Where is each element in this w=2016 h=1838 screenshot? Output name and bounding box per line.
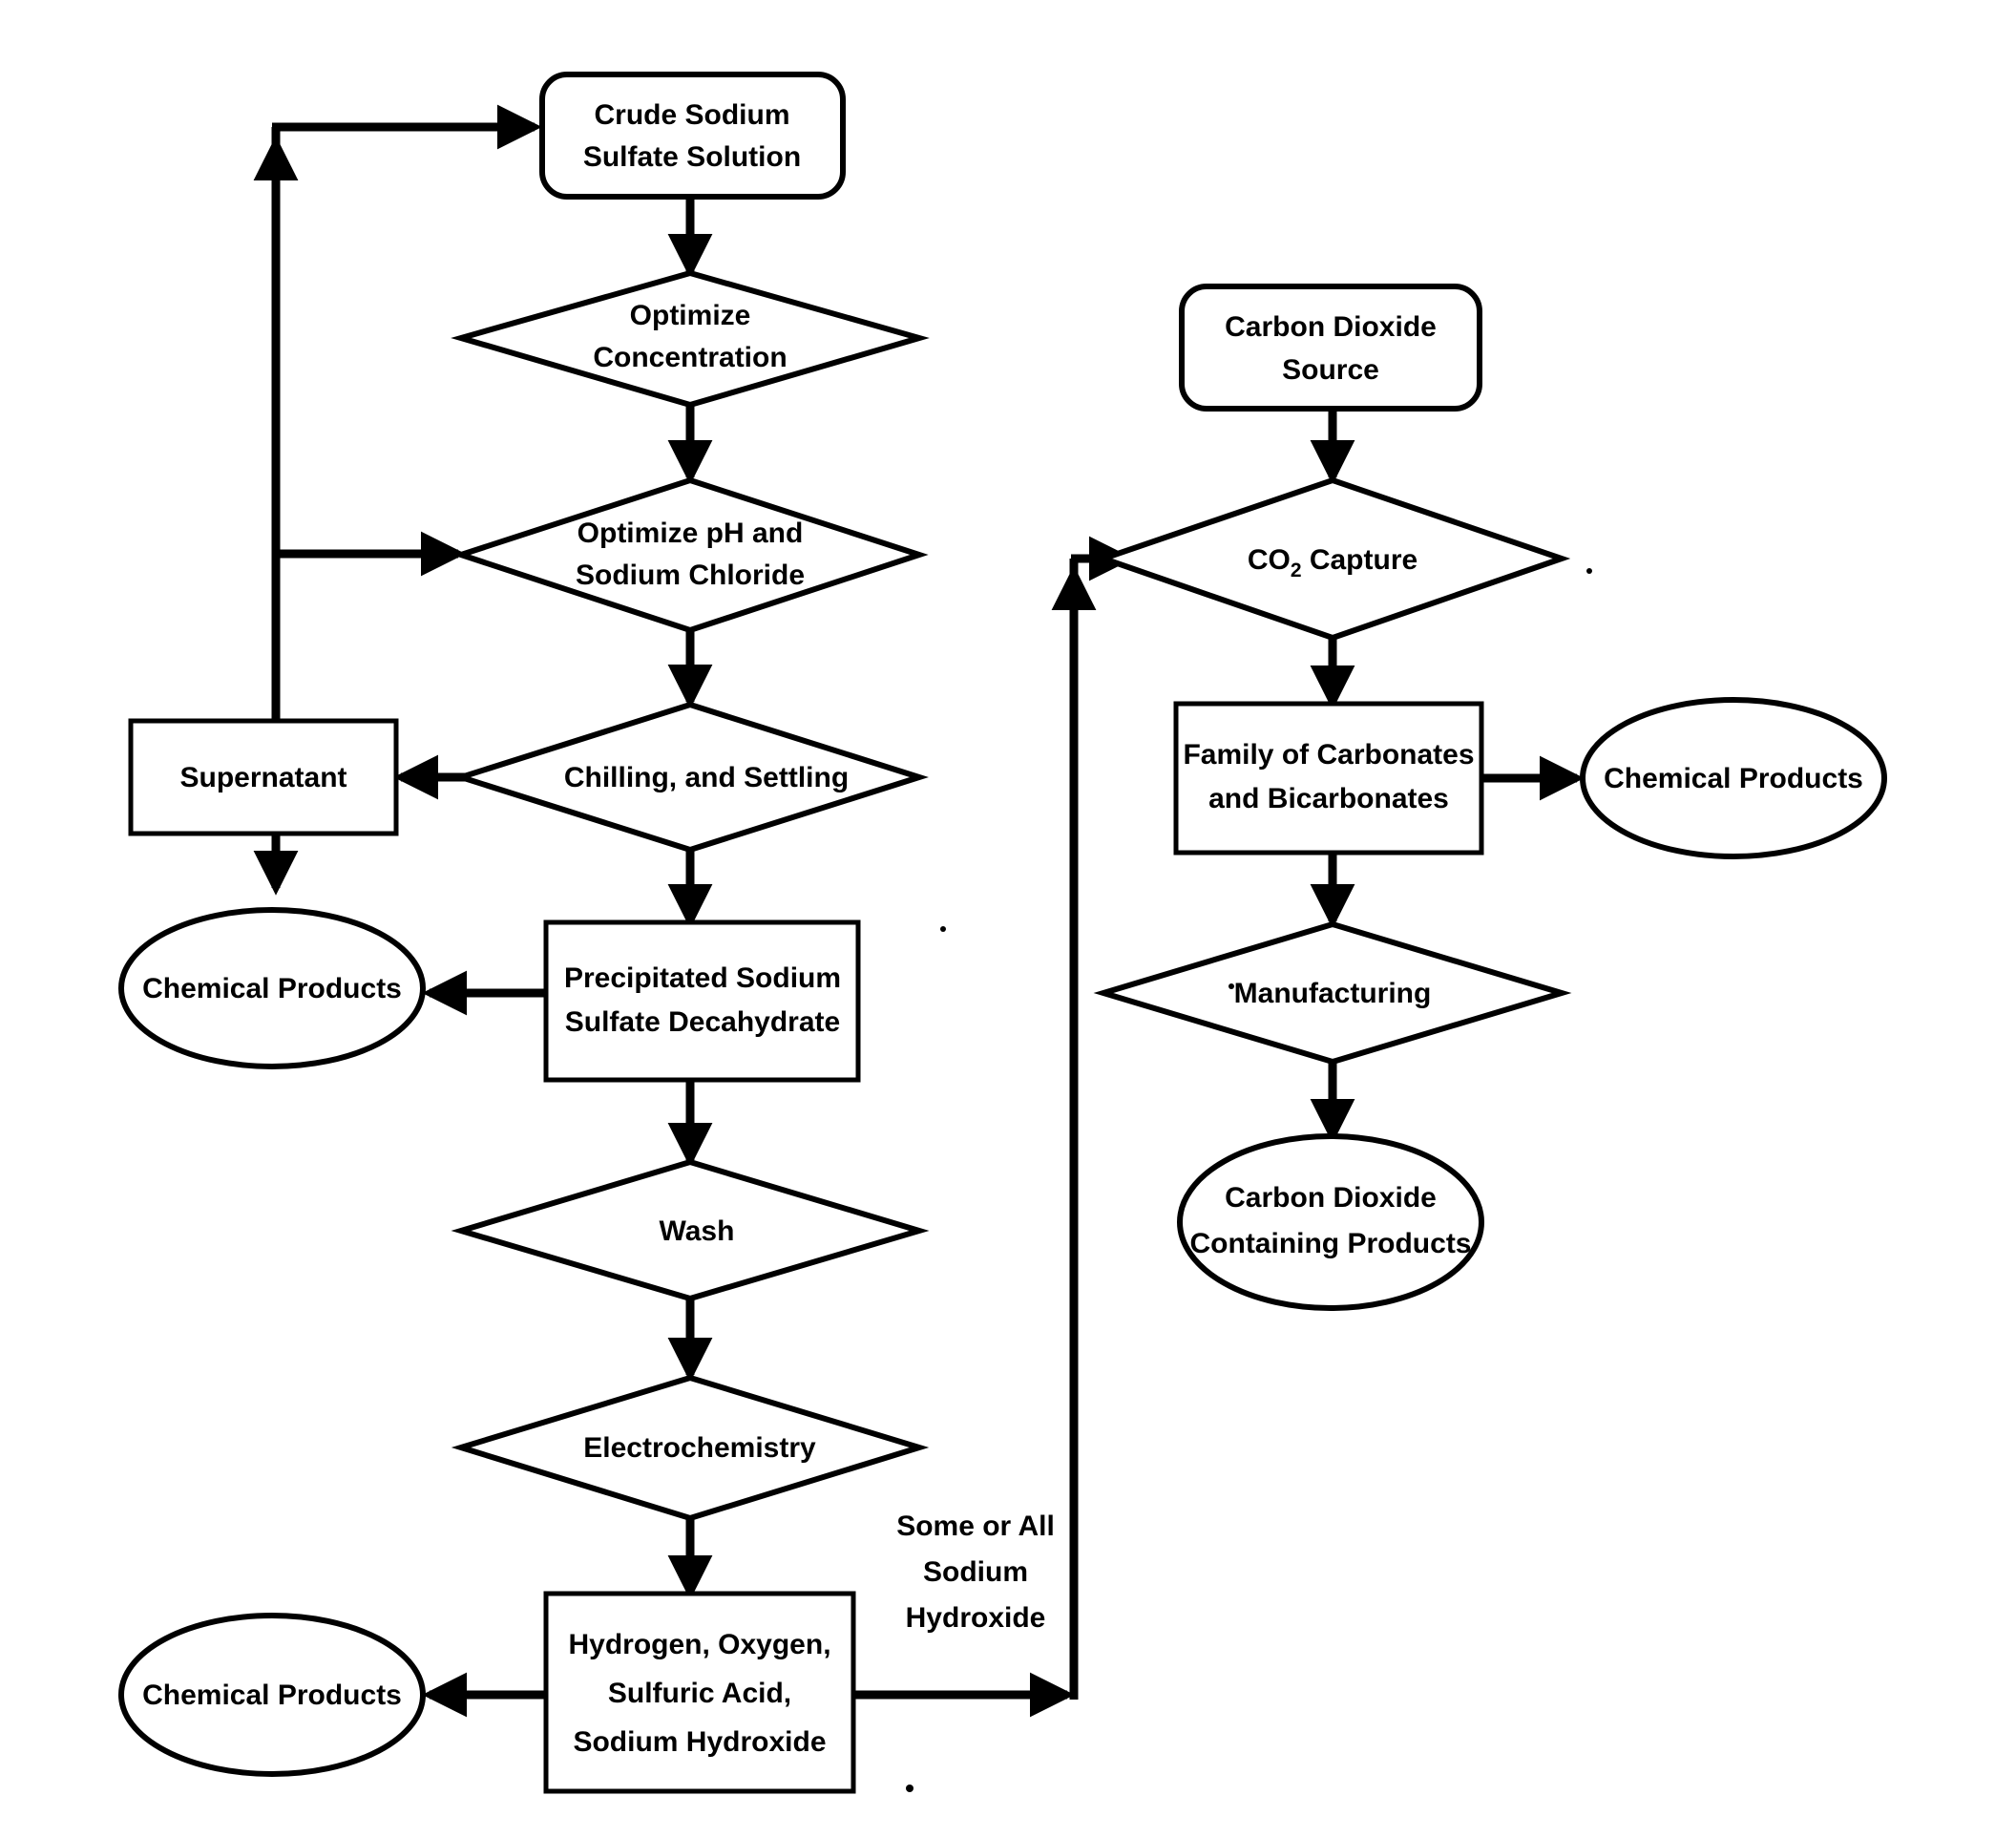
node-electrolysis-products-line3: Sodium Hydroxide	[573, 1726, 826, 1758]
node-carbon-dioxide-source-line2: Source	[1282, 354, 1379, 386]
node-carbon-dioxide-containing-products[interactable]	[1177, 1133, 1484, 1311]
node-optimize-concentration-line2: Concentration	[593, 342, 787, 373]
node-crude-sodium-sulfate-solution-line1: Crude Sodium	[594, 99, 789, 131]
node-crude-sodium-sulfate-solution[interactable]	[539, 72, 846, 200]
flowchart-svg: Crude Sodium Sulfate Solution Optimize C…	[118, 72, 1887, 1794]
scan-speck	[1586, 568, 1592, 574]
node-electrolysis-products-line2: Sulfuric Acid,	[608, 1678, 791, 1709]
node-precipitated-line1: Precipitated Sodium	[564, 962, 841, 994]
node-manufacturing-label: Manufacturing	[1234, 978, 1432, 1009]
node-optimize-ph-line1: Optimize pH and	[578, 518, 804, 549]
node-family-of-carbonates[interactable]	[1173, 701, 1484, 856]
node-chilling-and-settling-label: Chilling, and Settling	[564, 762, 849, 793]
node-electrolysis-products-line1: Hydrogen, Oxygen,	[568, 1629, 830, 1660]
node-electrochemistry-label: Electrochemistry	[583, 1432, 816, 1464]
node-co2-capture-post: Capture	[1302, 544, 1418, 576]
node-optimize-ph-line2: Sodium Chloride	[576, 560, 805, 591]
node-precipitated-sodium-sulfate-decahydrate[interactable]	[543, 919, 861, 1083]
edge-label-sodium-hydroxide-line2: Sodium	[923, 1556, 1028, 1588]
node-co2-products-line1: Carbon Dioxide	[1225, 1182, 1437, 1214]
edge-label-sodium-hydroxide-line1: Some or All	[896, 1511, 1055, 1542]
node-carbon-dioxide-source[interactable]	[1179, 284, 1482, 412]
node-wash-label: Wash	[660, 1215, 735, 1247]
node-crude-sodium-sulfate-solution-line2: Sulfate Solution	[583, 141, 801, 173]
node-family-of-carbonates-line2: and Bicarbonates	[1208, 783, 1449, 814]
node-co2-products-line2: Containing Products	[1190, 1228, 1472, 1259]
node-co2-capture-pre: CO	[1248, 544, 1291, 576]
scan-speck	[1228, 983, 1234, 989]
node-chemical-products-supernatant-label: Chemical Products	[142, 973, 402, 1004]
node-chemical-products-electrochemistry-label: Chemical Products	[142, 1680, 402, 1711]
node-family-of-carbonates-line1: Family of Carbonates	[1183, 739, 1474, 771]
node-precipitated-line2: Sulfate Decahydrate	[565, 1006, 840, 1038]
node-co2-capture-sub: 2	[1291, 560, 1302, 581]
scan-speck	[940, 926, 946, 932]
node-optimize-concentration-line1: Optimize	[630, 300, 751, 331]
node-optimize-ph-sodium-chloride[interactable]	[452, 476, 929, 634]
node-supernatant-label: Supernatant	[179, 762, 346, 793]
node-optimize-concentration[interactable]	[451, 269, 930, 409]
node-carbon-dioxide-source-line1: Carbon Dioxide	[1225, 311, 1437, 343]
node-chemical-products-carbonates-label: Chemical Products	[1604, 763, 1863, 794]
flowchart-canvas: Crude Sodium Sulfate Solution Optimize C…	[0, 0, 2016, 1838]
edge-label-sodium-hydroxide-line3: Hydroxide	[906, 1602, 1046, 1634]
node-co2-capture-label: CO2 Capture	[1248, 544, 1418, 581]
scan-speck	[906, 1785, 914, 1792]
